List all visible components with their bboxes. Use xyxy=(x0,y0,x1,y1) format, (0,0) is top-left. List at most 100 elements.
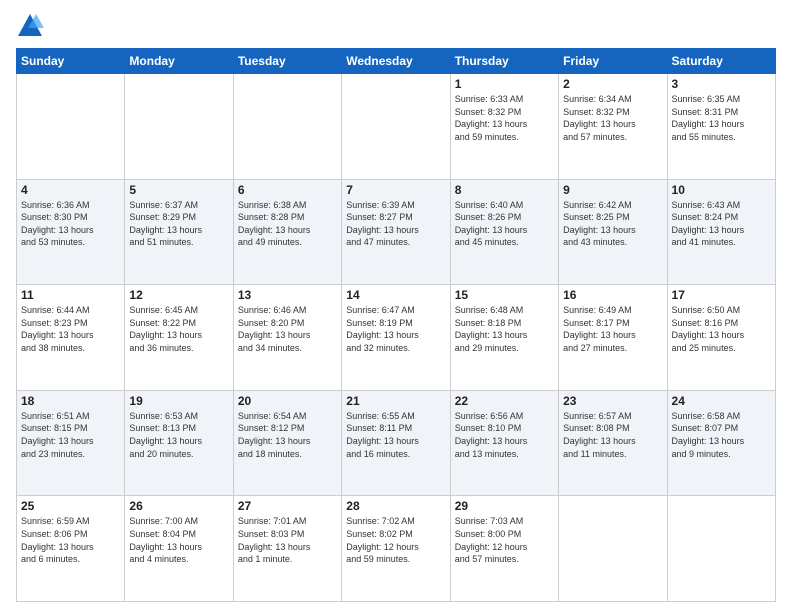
day-info: Sunrise: 6:54 AM Sunset: 8:12 PM Dayligh… xyxy=(238,410,337,460)
day-info: Sunrise: 6:39 AM Sunset: 8:27 PM Dayligh… xyxy=(346,199,445,249)
day-info: Sunrise: 6:43 AM Sunset: 8:24 PM Dayligh… xyxy=(672,199,771,249)
weekday-header-wednesday: Wednesday xyxy=(342,49,450,74)
day-info: Sunrise: 6:33 AM Sunset: 8:32 PM Dayligh… xyxy=(455,93,554,143)
day-number: 3 xyxy=(672,77,771,91)
day-number: 11 xyxy=(21,288,120,302)
day-info: Sunrise: 6:45 AM Sunset: 8:22 PM Dayligh… xyxy=(129,304,228,354)
week-row-5: 25Sunrise: 6:59 AM Sunset: 8:06 PM Dayli… xyxy=(17,496,776,602)
day-cell: 25Sunrise: 6:59 AM Sunset: 8:06 PM Dayli… xyxy=(17,496,125,602)
day-info: Sunrise: 6:48 AM Sunset: 8:18 PM Dayligh… xyxy=(455,304,554,354)
week-row-1: 1 Sunrise: 6:33 AM Sunset: 8:32 PM Daylig… xyxy=(17,74,776,180)
day-cell xyxy=(342,74,450,180)
day-cell: 2 Sunrise: 6:34 AM Sunset: 8:32 PM Daylig… xyxy=(559,74,667,180)
day-number: 19 xyxy=(129,394,228,408)
day-number: 16 xyxy=(563,288,662,302)
day-number: 14 xyxy=(346,288,445,302)
day-number: 20 xyxy=(238,394,337,408)
day-cell: 6 Sunrise: 6:38 AM Sunset: 8:28 PM Daylig… xyxy=(233,179,341,285)
day-info: Sunrise: 6:37 AM Sunset: 8:29 PM Dayligh… xyxy=(129,199,228,249)
week-row-3: 11 Sunrise: 6:44 AM Sunset: 8:23 PM Dayli… xyxy=(17,285,776,391)
weekday-header-monday: Monday xyxy=(125,49,233,74)
day-number: 15 xyxy=(455,288,554,302)
day-number: 26 xyxy=(129,499,228,513)
day-info: Sunrise: 6:53 AM Sunset: 8:13 PM Dayligh… xyxy=(129,410,228,460)
day-number: 18 xyxy=(21,394,120,408)
day-number: 8 xyxy=(455,183,554,197)
day-cell: 10 Sunrise: 6:43 AM Sunset: 8:24 PM Dayli… xyxy=(667,179,775,285)
weekday-header-row: SundayMondayTuesdayWednesdayThursdayFrid… xyxy=(17,49,776,74)
day-info: Sunrise: 7:01 AM Sunset: 8:03 PM Dayligh… xyxy=(238,515,337,565)
day-info: Sunrise: 7:02 AM Sunset: 8:02 PM Dayligh… xyxy=(346,515,445,565)
day-cell: 14Sunrise: 6:47 AM Sunset: 8:19 PM Dayli… xyxy=(342,285,450,391)
day-cell xyxy=(17,74,125,180)
day-cell xyxy=(233,74,341,180)
day-cell: 3 Sunrise: 6:35 AM Sunset: 8:31 PM Daylig… xyxy=(667,74,775,180)
day-cell xyxy=(667,496,775,602)
day-cell xyxy=(559,496,667,602)
week-row-2: 4 Sunrise: 6:36 AM Sunset: 8:30 PM Daylig… xyxy=(17,179,776,285)
weekday-header-tuesday: Tuesday xyxy=(233,49,341,74)
day-info: Sunrise: 6:51 AM Sunset: 8:15 PM Dayligh… xyxy=(21,410,120,460)
day-info: Sunrise: 6:42 AM Sunset: 8:25 PM Dayligh… xyxy=(563,199,662,249)
day-info: Sunrise: 6:58 AM Sunset: 8:07 PM Dayligh… xyxy=(672,410,771,460)
day-cell: 26 Sunrise: 7:00 AM Sunset: 8:04 PM Dayli… xyxy=(125,496,233,602)
day-number: 21 xyxy=(346,394,445,408)
day-cell: 7 Sunrise: 6:39 AM Sunset: 8:27 PM Daylig… xyxy=(342,179,450,285)
header xyxy=(16,12,776,40)
day-number: 7 xyxy=(346,183,445,197)
day-number: 24 xyxy=(672,394,771,408)
weekday-header-friday: Friday xyxy=(559,49,667,74)
day-cell: 29 Sunrise: 7:03 AM Sunset: 8:00 PM Dayli… xyxy=(450,496,558,602)
day-cell: 27 Sunrise: 7:01 AM Sunset: 8:03 PM Dayli… xyxy=(233,496,341,602)
day-cell: 15 Sunrise: 6:48 AM Sunset: 8:18 PM Dayli… xyxy=(450,285,558,391)
day-info: Sunrise: 6:50 AM Sunset: 8:16 PM Dayligh… xyxy=(672,304,771,354)
day-number: 1 xyxy=(455,77,554,91)
day-info: Sunrise: 7:03 AM Sunset: 8:00 PM Dayligh… xyxy=(455,515,554,565)
day-cell: 9 Sunrise: 6:42 AM Sunset: 8:25 PM Daylig… xyxy=(559,179,667,285)
day-cell: 18 Sunrise: 6:51 AM Sunset: 8:15 PM Dayli… xyxy=(17,390,125,496)
day-cell: 19 Sunrise: 6:53 AM Sunset: 8:13 PM Dayli… xyxy=(125,390,233,496)
day-cell xyxy=(125,74,233,180)
day-cell: 5Sunrise: 6:37 AM Sunset: 8:29 PM Daylig… xyxy=(125,179,233,285)
day-info: Sunrise: 6:35 AM Sunset: 8:31 PM Dayligh… xyxy=(672,93,771,143)
weekday-header-sunday: Sunday xyxy=(17,49,125,74)
day-number: 13 xyxy=(238,288,337,302)
logo-icon xyxy=(16,12,44,40)
weekday-header-thursday: Thursday xyxy=(450,49,558,74)
day-number: 9 xyxy=(563,183,662,197)
day-number: 12 xyxy=(129,288,228,302)
day-info: Sunrise: 6:49 AM Sunset: 8:17 PM Dayligh… xyxy=(563,304,662,354)
day-cell: 28 Sunrise: 7:02 AM Sunset: 8:02 PM Dayli… xyxy=(342,496,450,602)
day-info: Sunrise: 6:46 AM Sunset: 8:20 PM Dayligh… xyxy=(238,304,337,354)
day-cell: 20 Sunrise: 6:54 AM Sunset: 8:12 PM Dayli… xyxy=(233,390,341,496)
logo xyxy=(16,12,48,40)
day-number: 23 xyxy=(563,394,662,408)
day-cell: 23Sunrise: 6:57 AM Sunset: 8:08 PM Dayli… xyxy=(559,390,667,496)
weekday-header-saturday: Saturday xyxy=(667,49,775,74)
week-row-4: 18 Sunrise: 6:51 AM Sunset: 8:15 PM Dayli… xyxy=(17,390,776,496)
day-cell: 22Sunrise: 6:56 AM Sunset: 8:10 PM Dayli… xyxy=(450,390,558,496)
day-cell: 12 Sunrise: 6:45 AM Sunset: 8:22 PM Dayli… xyxy=(125,285,233,391)
day-info: Sunrise: 7:00 AM Sunset: 8:04 PM Dayligh… xyxy=(129,515,228,565)
day-number: 28 xyxy=(346,499,445,513)
day-number: 6 xyxy=(238,183,337,197)
day-cell: 21 Sunrise: 6:55 AM Sunset: 8:11 PM Dayli… xyxy=(342,390,450,496)
day-cell: 24 Sunrise: 6:58 AM Sunset: 8:07 PM Dayli… xyxy=(667,390,775,496)
day-number: 22 xyxy=(455,394,554,408)
day-info: Sunrise: 6:44 AM Sunset: 8:23 PM Dayligh… xyxy=(21,304,120,354)
day-number: 10 xyxy=(672,183,771,197)
day-cell: 4 Sunrise: 6:36 AM Sunset: 8:30 PM Daylig… xyxy=(17,179,125,285)
day-info: Sunrise: 6:38 AM Sunset: 8:28 PM Dayligh… xyxy=(238,199,337,249)
day-info: Sunrise: 6:40 AM Sunset: 8:26 PM Dayligh… xyxy=(455,199,554,249)
day-number: 27 xyxy=(238,499,337,513)
day-info: Sunrise: 6:55 AM Sunset: 8:11 PM Dayligh… xyxy=(346,410,445,460)
day-cell: 11 Sunrise: 6:44 AM Sunset: 8:23 PM Dayli… xyxy=(17,285,125,391)
day-number: 2 xyxy=(563,77,662,91)
day-info: Sunrise: 6:36 AM Sunset: 8:30 PM Dayligh… xyxy=(21,199,120,249)
day-cell: 16 Sunrise: 6:49 AM Sunset: 8:17 PM Dayli… xyxy=(559,285,667,391)
day-number: 29 xyxy=(455,499,554,513)
day-cell: 8 Sunrise: 6:40 AM Sunset: 8:26 PM Daylig… xyxy=(450,179,558,285)
day-info: Sunrise: 6:59 AM Sunset: 8:06 PM Dayligh… xyxy=(21,515,120,565)
day-number: 4 xyxy=(21,183,120,197)
day-info: Sunrise: 6:34 AM Sunset: 8:32 PM Dayligh… xyxy=(563,93,662,143)
